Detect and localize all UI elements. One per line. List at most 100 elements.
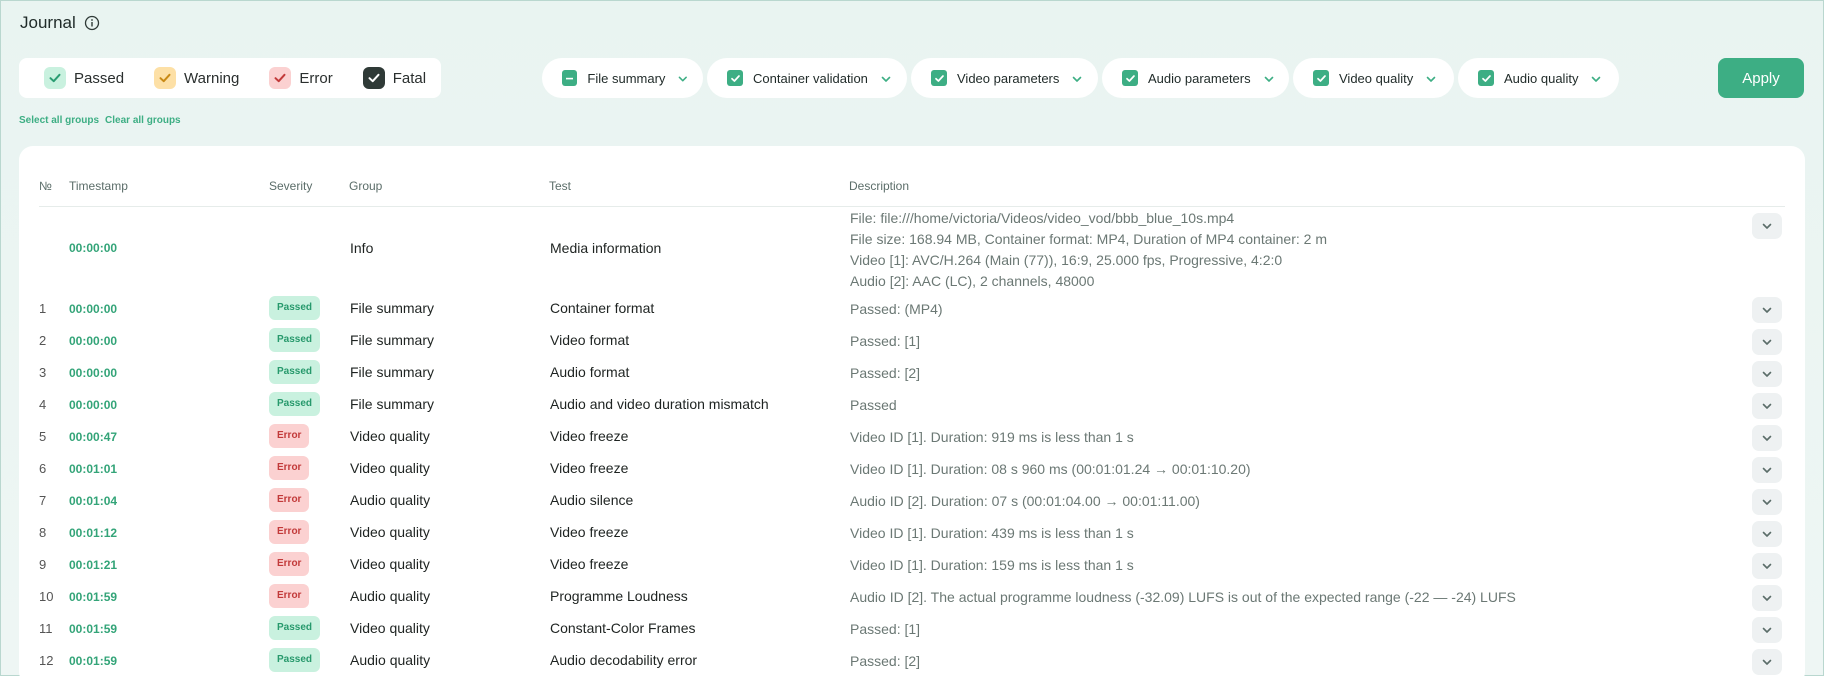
table-row: 1 00:00:00 Passed File summary Container for… — [19, 295, 1805, 327]
severity-filter-fatal[interactable]: Fatal — [362, 67, 426, 89]
row-group: Video quality — [350, 556, 430, 572]
chevron-down-icon — [1761, 400, 1773, 412]
chevron-down-icon — [1761, 528, 1773, 540]
row-timestamp: 00:01:04 — [69, 494, 118, 508]
table-row: 8 00:01:12 Error Video quality Video freeze V… — [19, 519, 1805, 551]
status-badge: Error — [269, 424, 310, 448]
table-row: 4 00:00:00 Passed File summary Audio and vid… — [19, 391, 1805, 423]
group-filter-audio-quality[interactable]: Audio quality — [1458, 58, 1619, 98]
column-header-group: Group — [349, 179, 383, 193]
expand-row-button[interactable] — [1752, 457, 1782, 483]
chevron-down-icon — [1761, 464, 1773, 476]
severity-filter-label: Error — [299, 69, 333, 87]
expand-row-button[interactable] — [1752, 361, 1782, 387]
column-header-severity: Severity — [269, 179, 313, 193]
row-description: Video ID [1]. Duration: 439 ms is less t… — [850, 525, 1134, 541]
row-number: 12 — [39, 653, 54, 668]
row-test: Audio and video duration mismatch — [550, 396, 769, 412]
group-filter-container-validation[interactable]: Container validation — [707, 58, 907, 98]
table-row: 9 00:01:21 Error Video quality Video freeze V… — [19, 551, 1805, 583]
row-timestamp: 00:00:47 — [69, 430, 118, 444]
row-number: 7 — [39, 493, 47, 508]
row-timestamp: 00:01:59 — [69, 654, 118, 668]
table-row: 12 00:01:59 Passed Audio quality Audio decod… — [19, 647, 1805, 676]
expand-row-button[interactable] — [1752, 617, 1782, 643]
column-header-timestamp: Timestamp — [69, 179, 128, 193]
group-filter-video-quality[interactable]: Video quality — [1293, 58, 1454, 98]
check-icon — [362, 67, 385, 89]
clear-all-groups-link[interactable]: Clear all groups — [105, 115, 181, 126]
row-timestamp: 00:01:59 — [69, 622, 118, 636]
expand-row-button[interactable] — [1752, 585, 1782, 611]
group-filter-file-summary[interactable]: File summary — [542, 58, 703, 98]
row-test: Audio decodability error — [550, 652, 698, 668]
row-description: Passed: (MP4) — [850, 301, 943, 317]
row-timestamp: 00:00:00 — [69, 398, 118, 412]
chevron-down-icon — [880, 72, 892, 84]
row-timestamp: 00:01:59 — [69, 590, 118, 604]
row-test: Constant-Color Frames — [550, 620, 696, 636]
status-badge: Error — [269, 488, 310, 512]
check-icon — [1478, 70, 1494, 86]
row-timestamp: 00:00:00 — [69, 302, 118, 316]
row-description: Passed: [1] — [850, 621, 921, 637]
row-number: 2 — [39, 333, 47, 348]
group-filter-video-parameters[interactable]: Video parameters — [911, 58, 1098, 98]
column-header-number: № — [39, 179, 52, 193]
row-test: Audio silence — [550, 492, 634, 508]
description-line: File size: 168.94 MB, Container format: … — [850, 231, 1327, 247]
expand-row-button[interactable] — [1752, 553, 1782, 579]
chevron-down-icon — [1761, 304, 1773, 316]
expand-row-button[interactable] — [1752, 425, 1782, 451]
row-number: 8 — [39, 525, 47, 540]
table-row: 10 00:01:59 Error Audio quality Programme Lo… — [19, 583, 1805, 615]
row-test: Video freeze — [550, 556, 629, 572]
row-group: Info — [350, 240, 374, 256]
expand-row-button[interactable] — [1752, 649, 1782, 675]
description-line: File: file:///home/victoria/Videos/video… — [850, 210, 1235, 226]
severity-filter-panel: Passed Warning Error Fatal — [19, 58, 441, 98]
expand-row-button[interactable] — [1752, 489, 1782, 515]
chevron-down-icon — [1761, 592, 1773, 604]
table-row: 5 00:00:47 Error Video quality Video freeze V… — [19, 423, 1805, 455]
row-group: File summary — [350, 396, 435, 412]
row-test: Video freeze — [550, 524, 629, 540]
group-filter-label: Video parameters — [957, 70, 1060, 86]
expand-row-button[interactable] — [1752, 329, 1782, 355]
chevron-down-icon — [1425, 72, 1437, 84]
row-number: 9 — [39, 557, 47, 572]
header-divider — [39, 206, 1785, 207]
expand-row-button[interactable] — [1752, 297, 1782, 323]
status-badge: Error — [269, 584, 310, 608]
group-filter-audio-parameters[interactable]: Audio parameters — [1102, 58, 1289, 98]
column-header-test: Test — [549, 179, 572, 193]
severity-filter-warning[interactable]: Warning — [154, 67, 239, 89]
chevron-down-icon — [1590, 72, 1602, 84]
row-number: 10 — [39, 589, 54, 604]
row-test: Programme Loudness — [550, 588, 688, 604]
row-timestamp: 00:00:00 — [69, 334, 118, 348]
status-badge: Passed — [269, 392, 321, 416]
severity-filter-error[interactable]: Error — [269, 67, 333, 89]
expand-row-button[interactable] — [1752, 213, 1782, 239]
select-all-groups-link[interactable]: Select all groups — [19, 115, 99, 126]
row-number: 11 — [39, 621, 53, 636]
severity-filter-passed[interactable]: Passed — [44, 67, 124, 89]
info-icon[interactable] — [84, 15, 100, 31]
chevron-down-icon — [1071, 72, 1083, 84]
description-line: Audio [2]: AAC (LC), 2 channels, 48000 — [850, 273, 1095, 289]
apply-button[interactable]: Apply — [1718, 58, 1804, 98]
status-badge: Passed — [269, 648, 321, 672]
expand-row-button[interactable] — [1752, 393, 1782, 419]
expand-row-button[interactable] — [1752, 521, 1782, 547]
row-description: Passed: [1] — [850, 333, 921, 349]
group-filter-label: Audio parameters — [1148, 70, 1251, 86]
column-header-description: Description — [849, 179, 910, 193]
group-filter-label: File summary — [587, 70, 666, 86]
row-group: Audio quality — [350, 588, 431, 604]
row-group: Audio quality — [350, 652, 431, 668]
chevron-down-icon — [1761, 656, 1773, 668]
status-badge: Error — [269, 520, 310, 544]
status-badge: Passed — [269, 328, 321, 352]
status-badge: Passed — [269, 296, 321, 320]
